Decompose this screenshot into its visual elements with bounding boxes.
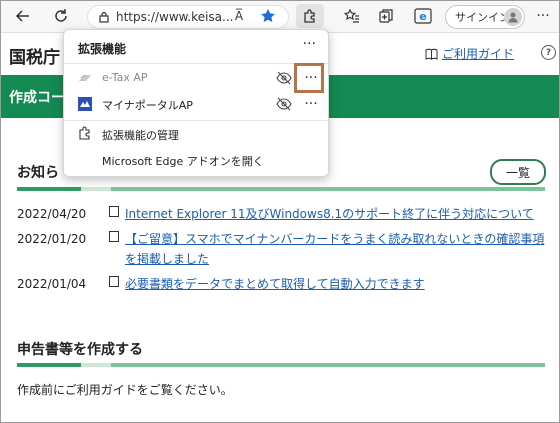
favorite-button[interactable]: [256, 5, 280, 27]
signin-label: サインイン: [455, 11, 510, 24]
help-icon[interactable]: ?: [541, 45, 556, 60]
extension-name: e-Tax AP: [102, 71, 148, 84]
popup-title: 拡張機能: [78, 42, 127, 56]
site-title: 国税庁: [9, 48, 60, 68]
puzzle-icon: [79, 126, 90, 140]
document-icon: [109, 276, 119, 287]
open-addons-item[interactable]: Microsoft Edge アドオンを開く: [64, 148, 328, 172]
read-aloud-icon: A̅: [234, 9, 244, 23]
news-section-stripe: [17, 187, 545, 191]
back-button[interactable]: [11, 5, 35, 27]
create-section-title: 申告書等を作成する: [17, 342, 143, 358]
popup-more-button[interactable]: ···: [303, 36, 316, 52]
popup-divider: [64, 120, 328, 121]
extensions-popup: 拡張機能 ··· e-Tax AP ··· マイナポータルAP ··· 拡張機能…: [63, 29, 329, 177]
manage-extensions-item[interactable]: 拡張機能の管理: [64, 122, 328, 146]
profile-avatar-icon: [504, 8, 522, 26]
green-bar-text: 作成コー: [9, 90, 65, 106]
collections-icon: [379, 9, 393, 23]
url-text: https://www.keisa...: [116, 10, 234, 24]
star-filled-icon: [261, 9, 275, 22]
news-date: 2022/01/04: [17, 277, 87, 291]
favorites-star-icon: [344, 8, 359, 23]
news-section-title: お知ら: [17, 165, 59, 181]
extension-row-myna[interactable]: マイナポータルAP ···: [64, 91, 328, 117]
more-horizontal-icon: ···: [536, 8, 550, 24]
svg-text:e: e: [419, 10, 426, 23]
usage-guide-link[interactable]: ご利用ガイド: [425, 45, 514, 62]
document-icon: [109, 231, 119, 242]
news-link-continued[interactable]: を掲載しました: [125, 249, 209, 269]
highlight-box: [294, 63, 324, 93]
extensions-button[interactable]: [296, 4, 324, 28]
refresh-button[interactable]: [49, 5, 73, 27]
news-link[interactable]: Internet Explorer 11及びWindows8.1のサポート終了に…: [125, 204, 534, 224]
extension-name: マイナポータルAP: [102, 99, 193, 112]
document-icon: [109, 206, 119, 217]
ie-mode-button[interactable]: e: [411, 5, 435, 27]
collections-button[interactable]: [374, 5, 398, 27]
news-date: 2022/04/20: [17, 207, 87, 221]
usage-guide-label: ご利用ガイド: [442, 47, 515, 61]
mynaportal-extension-icon: [78, 97, 92, 111]
open-addons-label: Microsoft Edge アドオンを開く: [102, 155, 264, 168]
extension-row-etax[interactable]: e-Tax AP ···: [64, 65, 328, 91]
news-date: 2022/01/20: [17, 232, 87, 246]
news-link[interactable]: 必要書類をデータでまとめて取得して自動入力できます: [125, 274, 425, 294]
puzzle-icon: [304, 9, 315, 23]
browser-window: https://www.keisa... A̅ e サインイン ··· 国税庁 …: [0, 0, 560, 423]
read-aloud-button[interactable]: A̅: [227, 5, 251, 27]
ie-mode-icon: e: [414, 8, 432, 24]
eye-hidden-icon[interactable]: [276, 71, 292, 85]
favorites-list-button[interactable]: [340, 5, 364, 27]
news-link[interactable]: 【ご留意】スマホでマイナンバーカードをうまく読み取れないときの確認事項: [125, 229, 544, 249]
eye-hidden-icon[interactable]: [276, 97, 292, 111]
arrow-left-icon: [15, 10, 29, 22]
manage-extensions-label: 拡張機能の管理: [102, 129, 179, 142]
create-section-stripe: [17, 363, 545, 367]
create-note: 作成前にご利用ガイドをご覧ください。: [17, 383, 233, 397]
refresh-icon: [55, 9, 67, 22]
book-icon: [425, 48, 438, 60]
extension-more-button[interactable]: ···: [300, 94, 322, 114]
news-list-button[interactable]: 一覧: [490, 159, 546, 185]
settings-more-button[interactable]: ···: [531, 5, 555, 27]
lock-icon: [99, 11, 109, 23]
etax-extension-icon: [79, 74, 91, 81]
signin-button[interactable]: サインイン: [445, 5, 525, 29]
popup-divider: [64, 63, 328, 64]
